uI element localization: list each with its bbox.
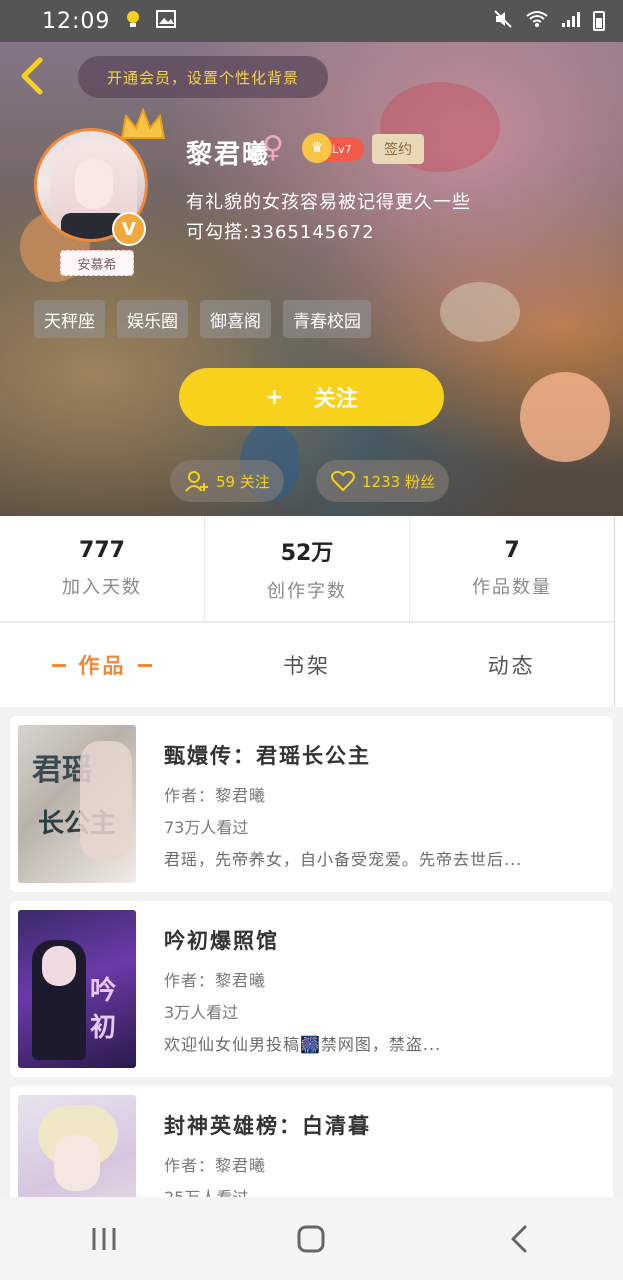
- book-desc: 欢迎仙女仙男投稿🎆禁网图，禁盗...: [164, 1035, 442, 1054]
- fans-count[interactable]: 1233 粉丝: [316, 460, 449, 502]
- tab-indicator-left: [52, 663, 67, 667]
- level-text: Lv7: [332, 142, 352, 156]
- profile-header: 开通会员，设置个性化背景 V 安慕希 黎君曦 ♀ ♛ Lv7 签约 有礼貌的女孩…: [0, 42, 623, 516]
- book-reads: 73万人看过: [164, 818, 249, 837]
- book-cover: [18, 1095, 136, 1197]
- following-text: 59 关注: [216, 472, 270, 491]
- gender-female-icon: ♀: [262, 130, 284, 165]
- stat-works-count: 7 作品数量: [410, 516, 614, 621]
- works-list: 君瑶 长公主 甄嬛传：君瑶长公主 作者：黎君曦 73万人看过 君瑶，先帝养女，自…: [0, 707, 623, 1197]
- crown-icon: [118, 104, 168, 144]
- follow-button[interactable]: + 关注: [179, 368, 444, 426]
- status-bar: 12:09: [0, 0, 623, 42]
- tab-label: 书架: [283, 654, 331, 678]
- signed-badge: 签约: [372, 134, 424, 164]
- verified-badge: V: [112, 212, 146, 246]
- stat-label: 加入天数: [62, 577, 142, 598]
- level-badge: ♛ Lv7: [302, 133, 364, 163]
- list-item[interactable]: 君瑶 长公主 甄嬛传：君瑶长公主 作者：黎君曦 73万人看过 君瑶，先帝养女，自…: [10, 716, 613, 892]
- tab-indicator-right: [138, 663, 153, 667]
- book-cover: 吟初: [18, 910, 136, 1068]
- fans-text: 1233 粉丝: [362, 472, 435, 491]
- vip-background-prompt[interactable]: 开通会员，设置个性化背景: [78, 56, 328, 98]
- book-author: 作者：黎君曦: [164, 1156, 267, 1175]
- back-button[interactable]: [16, 56, 50, 96]
- stat-label: 作品数量: [472, 577, 552, 598]
- stats-bar: 777 加入天数 52万 创作字数 7 作品数量: [0, 516, 614, 622]
- book-title: 甄嬛传：君瑶长公主: [164, 744, 371, 768]
- book-cover: 君瑶 长公主: [18, 725, 136, 883]
- system-nav-bar: [0, 1197, 623, 1280]
- tag-item[interactable]: 御喜阁: [200, 300, 271, 338]
- tab-works[interactable]: 作品: [0, 623, 205, 707]
- stat-value: 777: [79, 538, 125, 563]
- contact-text: 可勾搭:3365145672: [186, 222, 375, 243]
- image-icon: [156, 9, 177, 33]
- status-time: 12:09: [42, 8, 111, 34]
- book-title: 吟初爆照馆: [164, 929, 279, 953]
- plus-icon: +: [265, 384, 284, 410]
- tag-item[interactable]: 娱乐圈: [117, 300, 188, 338]
- book-title: 封神英雄榜：白清暮: [164, 1114, 371, 1138]
- tab-bookshelf[interactable]: 书架: [205, 623, 410, 707]
- home-button[interactable]: [281, 1209, 341, 1269]
- stat-join-days: 777 加入天数: [0, 516, 205, 621]
- recent-apps-button[interactable]: [74, 1209, 134, 1269]
- heart-icon: [331, 470, 355, 492]
- tab-label: 动态: [487, 654, 536, 678]
- list-item[interactable]: 吟初 吟初爆照馆 作者：黎君曦 3万人看过 欢迎仙女仙男投稿🎆禁网图，禁盗...: [10, 901, 613, 1077]
- book-reads: 25万人看过: [164, 1184, 248, 1197]
- following-count[interactable]: 59 关注: [170, 460, 284, 502]
- tag-item[interactable]: 天秤座: [34, 300, 105, 338]
- tab-bar: 作品 书架 动态: [0, 623, 614, 707]
- add-user-icon: [185, 471, 208, 492]
- bio-text: 有礼貌的女孩容易被记得更久一些: [186, 192, 471, 213]
- nickname-tag: 安慕希: [60, 250, 134, 276]
- notification-icon: [124, 9, 142, 34]
- wifi-icon: [525, 10, 549, 33]
- level-crown-icon: ♛: [302, 133, 332, 163]
- book-reads: 3万人看过: [164, 1003, 239, 1022]
- username: 黎君曦: [186, 140, 271, 170]
- follow-label: 关注: [313, 387, 358, 412]
- tag-item[interactable]: 青春校园: [283, 300, 371, 338]
- tab-activity[interactable]: 动态: [409, 623, 614, 707]
- list-item[interactable]: 封神英雄榜：白清暮 作者：黎君曦 25万人看过: [10, 1086, 613, 1197]
- tab-label: 作品: [78, 654, 127, 678]
- book-desc: 君瑶，先帝养女，自小备受宠爱。先帝去世后...: [164, 850, 523, 869]
- mute-icon: [493, 9, 513, 34]
- battery-icon: [593, 11, 605, 31]
- tag-list: 天秤座 娱乐圈 御喜阁 青春校园: [34, 300, 371, 338]
- signal-icon: [561, 10, 581, 33]
- stat-value: 52万: [280, 540, 334, 566]
- stat-label: 创作字数: [267, 580, 347, 602]
- book-author: 作者：黎君曦: [164, 786, 267, 805]
- stat-word-count: 52万 创作字数: [205, 516, 410, 621]
- book-author: 作者：黎君曦: [164, 971, 267, 990]
- stat-value: 7: [504, 538, 520, 563]
- back-nav-button[interactable]: [489, 1209, 549, 1269]
